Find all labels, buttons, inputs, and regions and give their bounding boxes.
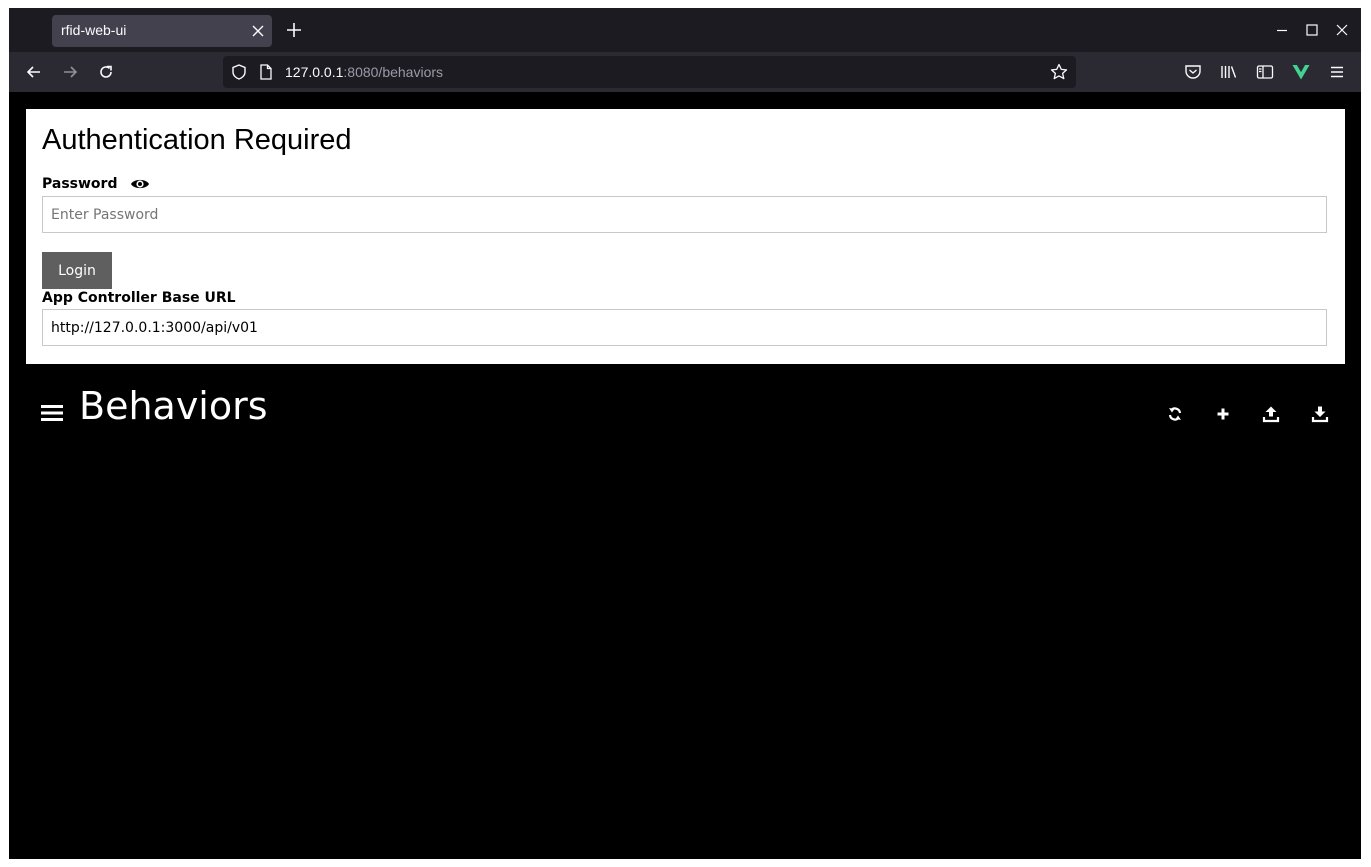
auth-panel: Authentication Required Password Login A… (26, 109, 1345, 364)
page-title: Behaviors (79, 384, 268, 428)
close-window-icon[interactable] (1334, 22, 1350, 38)
reload-icon[interactable] (96, 62, 116, 82)
url-text: 127.0.0.1:8080/behaviors (285, 64, 443, 80)
menu-icon[interactable] (41, 404, 63, 422)
upload-icon[interactable] (1262, 405, 1280, 423)
forward-icon[interactable] (60, 62, 80, 82)
back-icon[interactable] (24, 62, 44, 82)
page-icon[interactable] (258, 63, 274, 81)
auth-title: Authentication Required (42, 124, 352, 156)
tab-title: rfid-web-ui (61, 22, 127, 38)
base-url-label: App Controller Base URL (42, 290, 236, 306)
pocket-icon[interactable] (1183, 62, 1203, 82)
nav-bar: 127.0.0.1:8080/behaviors (9, 52, 1361, 92)
base-url-input[interactable] (42, 309, 1327, 346)
login-button[interactable]: Login (42, 252, 112, 289)
browser-window: rfid-web-ui 127.0.0.1:8080/behaviors Aut… (9, 8, 1361, 859)
minimize-icon[interactable] (1274, 22, 1290, 38)
behaviors-header: Behaviors (9, 372, 1361, 432)
page-content: Authentication Required Password Login A… (9, 92, 1361, 859)
maximize-icon[interactable] (1304, 22, 1320, 38)
download-icon[interactable] (1311, 405, 1329, 423)
url-host: 127.0.0.1 (285, 64, 344, 80)
refresh-icon[interactable] (1166, 405, 1184, 423)
library-icon[interactable] (1219, 62, 1239, 82)
password-label: Password (42, 176, 118, 192)
hamburger-menu-icon[interactable] (1327, 62, 1347, 82)
tab-bar: rfid-web-ui (9, 8, 1361, 52)
url-path: :8080/behaviors (343, 64, 444, 80)
vue-devtools-icon[interactable] (1291, 62, 1311, 82)
sidebar-icon[interactable] (1255, 62, 1275, 82)
bookmark-star-icon[interactable] (1049, 62, 1069, 82)
active-tab[interactable]: rfid-web-ui (52, 15, 272, 47)
close-tab-icon[interactable] (248, 21, 268, 41)
show-password-icon[interactable] (130, 177, 150, 191)
password-input[interactable] (42, 196, 1327, 233)
new-tab-icon[interactable] (284, 20, 304, 40)
address-bar[interactable]: 127.0.0.1:8080/behaviors (223, 56, 1076, 88)
add-icon[interactable] (1214, 405, 1232, 423)
shield-icon[interactable] (230, 63, 248, 81)
